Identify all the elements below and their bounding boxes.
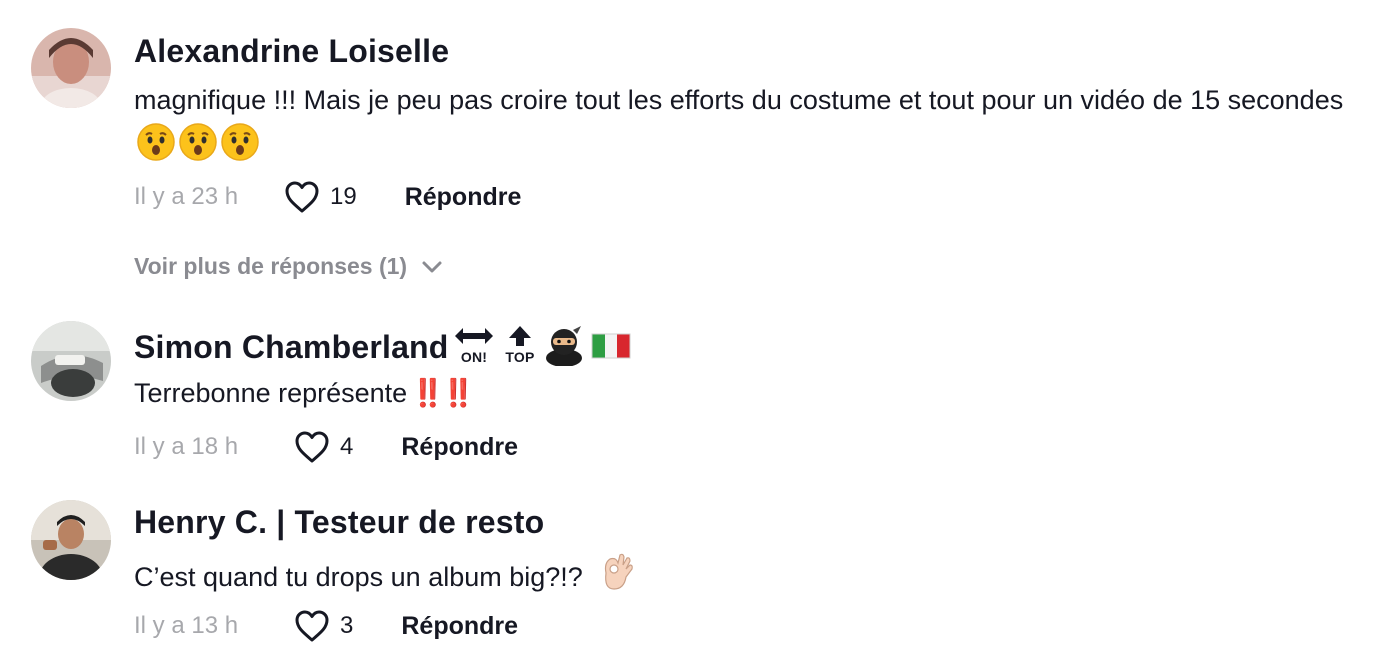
- comment-timestamp: Il y a 23 h: [134, 183, 239, 210]
- comment-meta: Il y a 13 h 3 Répondre: [134, 606, 518, 646]
- comment-meta: Il y a 23 h 19 Répondre: [134, 177, 521, 217]
- top-label: TOP: [505, 349, 534, 365]
- comment-text-content: C’est quand tu drops un album big?!?: [134, 562, 583, 592]
- heart-icon: [295, 610, 329, 642]
- like-button[interactable]: 19: [284, 180, 405, 214]
- comment-username[interactable]: Alexandrine Loiselle: [134, 31, 449, 71]
- like-count: 3: [340, 612, 354, 639]
- chevron-down-icon: [422, 261, 442, 272]
- view-more-replies-label: Voir plus de réponses (1): [134, 253, 408, 279]
- astonished-face-emoji: [136, 122, 176, 175]
- ok-hand-emoji: [596, 551, 636, 606]
- top-arrow-emoji: TOP: [501, 324, 539, 375]
- avatar[interactable]: [31, 500, 111, 580]
- italy-flag-emoji: [591, 330, 631, 370]
- comment-meta: Il y a 18 h 4 Répondre: [134, 427, 518, 467]
- astonished-face-emoji: [220, 122, 260, 175]
- like-button[interactable]: 4: [294, 430, 401, 464]
- heart-icon: [295, 431, 329, 463]
- on-arrow-emoji: ON!: [451, 324, 497, 375]
- comment-timestamp: Il y a 13 h: [134, 612, 239, 639]
- like-button[interactable]: 3: [294, 609, 401, 643]
- reply-button[interactable]: Répondre: [401, 612, 518, 641]
- avatar[interactable]: [31, 321, 111, 401]
- heart-icon: [285, 181, 319, 213]
- comment-username[interactable]: Henry C. | Testeur de resto: [134, 502, 544, 542]
- like-count: 4: [340, 433, 354, 460]
- comment-username-text: Simon Chamberland: [134, 328, 449, 365]
- comment-timestamp: Il y a 18 h: [134, 433, 239, 460]
- comment-text: Terrebonne représente ‼️‼️: [134, 372, 1384, 415]
- reply-button[interactable]: Répondre: [401, 433, 518, 462]
- comment-text: C’est quand tu drops un album big?!?: [134, 551, 1384, 606]
- astonished-face-emoji: [178, 122, 218, 175]
- like-count: 19: [330, 183, 357, 210]
- avatar[interactable]: [31, 28, 111, 108]
- comment-text-content: magnifique !!! Mais je peu pas croire to…: [134, 85, 1344, 115]
- double-exclamation-emoji: ‼️‼️: [411, 378, 475, 408]
- comment-text: magnifique !!! Mais je peu pas croire to…: [134, 79, 1384, 175]
- on-label: ON!: [460, 349, 486, 365]
- reply-button[interactable]: Répondre: [405, 183, 522, 212]
- comment-text-content: Terrebonne représente: [134, 378, 408, 408]
- ninja-emoji: [543, 324, 585, 375]
- view-more-replies-button[interactable]: Voir plus de réponses (1): [134, 253, 443, 280]
- comment-username[interactable]: Simon Chamberland ON! TOP: [134, 324, 631, 375]
